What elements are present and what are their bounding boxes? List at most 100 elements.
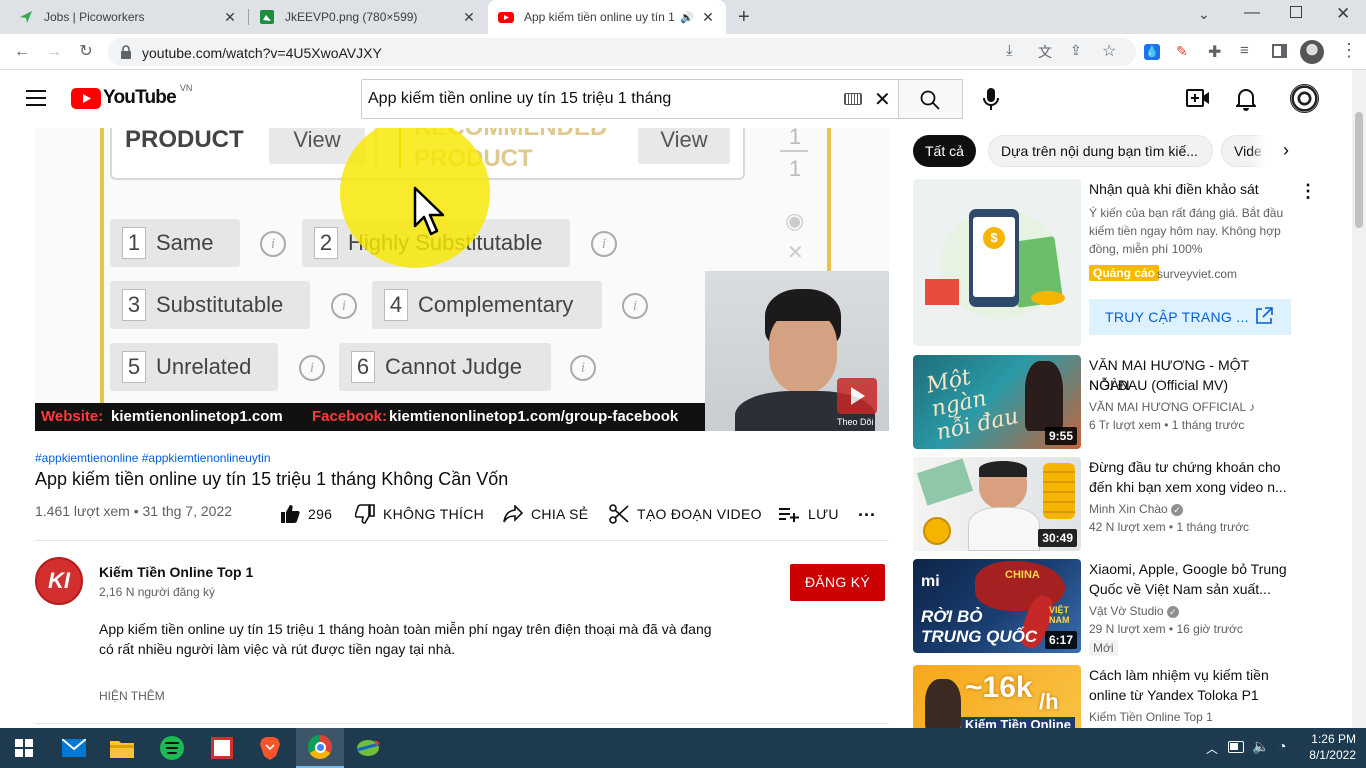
keyboard-icon[interactable] (844, 93, 862, 105)
reload-icon[interactable]: ↻ (76, 42, 96, 62)
video-channel[interactable]: VĂN MAI HƯƠNG OFFICIAL ♪ (1089, 400, 1255, 414)
video-channel[interactable]: Vật Vờ Studio ✓ (1089, 604, 1179, 618)
clear-search-icon[interactable]: ✕ (874, 87, 891, 112)
tab-close-icon[interactable]: ✕ (700, 9, 716, 25)
share-button[interactable]: CHIA SẺ (503, 496, 588, 532)
channel-name[interactable]: Kiếm Tiền Online Top 1 (99, 564, 253, 580)
recommended-video[interactable]: ~16k /h Kiếm Tiền Online Cách làm nhiệm … (913, 665, 1293, 728)
thumbnail-person (925, 679, 961, 728)
windows-taskbar: ︿ 🔈 ◔ 1:26 PM 8/1/2022 (0, 728, 1366, 768)
forward-icon[interactable]: → (44, 42, 64, 62)
back-icon[interactable]: ← (12, 42, 32, 62)
tab-close-icon[interactable]: ✕ (461, 9, 477, 25)
chrome-app-active[interactable] (296, 728, 344, 768)
ad-menu-icon[interactable]: ⋮ (1299, 181, 1317, 202)
audio-playing-icon[interactable]: 🔊 (680, 11, 694, 24)
install-app-icon[interactable]: ⤓ (1006, 42, 1013, 59)
youtube-logo[interactable]: YouTube VN (71, 83, 192, 109)
video-thumbnail[interactable]: CHINA VIỆT NAM mi RỜI BỎ TRUNG QUỐC 6:17 (913, 559, 1081, 653)
video-thumbnail[interactable]: 30:49 (913, 457, 1081, 551)
voice-search-mic-icon[interactable] (982, 87, 1000, 111)
address-bar[interactable]: youtube.com/watch?v=4U5XwoAVJXY ⤓ 文 ⇪ ☆ (108, 38, 1136, 66)
browser-menu-icon[interactable]: ⋮ (1340, 40, 1358, 61)
minimize-button[interactable]: — (1244, 4, 1260, 22)
ad-card[interactable]: $ Nhận quà khi điền khảo sát ⋮ Ý kiến củ… (913, 179, 1317, 349)
search-input[interactable] (368, 90, 828, 108)
extension-color-icon[interactable]: ✎ (1176, 43, 1188, 60)
media-control-icon[interactable]: ≡ (1240, 42, 1249, 59)
bookmark-star-icon[interactable]: ☆ (1102, 41, 1116, 61)
thumbnail-vn-line-1: VIỆT (1049, 605, 1070, 615)
tab-close-icon[interactable]: ✕ (222, 9, 238, 25)
show-more-button[interactable]: HIỆN THÊM (99, 689, 165, 703)
page-scrollbar[interactable] (1352, 70, 1366, 728)
spotify-app[interactable] (148, 728, 196, 768)
recommended-video[interactable]: 30:49 Đừng đầu tư chứng khoán cho đến kh… (913, 457, 1293, 551)
browser-tab-strip: Jobs | Picoworkers ✕ JkEEVP0.png (780×59… (0, 0, 1366, 34)
divider (35, 540, 889, 541)
video-thumbnail[interactable]: Một ngàn nỗi đau 9:55 (913, 355, 1081, 449)
mouse-cursor-icon (413, 186, 445, 236)
video-channel[interactable]: Minh Xin Chào ✓ (1089, 502, 1184, 516)
scrollbar-thumb[interactable] (1355, 112, 1363, 228)
clock[interactable]: 1:26 PM 8/1/2022 (1296, 731, 1356, 763)
video-thumbnail[interactable]: ~16k /h Kiếm Tiền Online (913, 665, 1081, 728)
more-actions-icon[interactable]: ... (858, 500, 876, 521)
folder-icon (110, 741, 134, 758)
like-button[interactable]: 296 (280, 496, 332, 532)
lock-icon[interactable] (120, 45, 132, 59)
side-panel-icon[interactable] (1272, 44, 1287, 58)
chip-related[interactable]: Dựa trên nội dung bạn tìm kiế... (988, 135, 1213, 167)
video-channel[interactable]: Kiếm Tiền Online Top 1 (1089, 710, 1213, 724)
mail-app[interactable] (50, 728, 98, 768)
url-text: youtube.com/watch?v=4U5XwoAVJXY (142, 45, 382, 61)
start-button[interactable] (0, 728, 48, 768)
tab-search-icon[interactable]: ⌄ (1198, 6, 1210, 23)
network-app[interactable] (344, 728, 392, 768)
subscribe-overlay-button (837, 378, 877, 414)
paint-app[interactable] (198, 728, 246, 768)
close-window-button[interactable]: ✕ (1336, 4, 1350, 24)
ad-thumbnail[interactable]: $ (913, 179, 1081, 346)
tab-youtube-active[interactable]: App kiếm tiền online uy tín 1 🔊 ✕ (488, 0, 726, 34)
notifications-bell-icon[interactable] (1236, 87, 1256, 111)
profile-avatar[interactable] (1300, 40, 1324, 64)
new-tab-button[interactable]: + (738, 6, 750, 29)
file-explorer-app[interactable] (98, 728, 146, 768)
search-box[interactable]: ✕ (361, 79, 899, 119)
video-title: App kiếm tiền online uy tín 15 triệu 1 t… (35, 469, 509, 489)
battery-icon[interactable] (1228, 741, 1244, 753)
guide-menu-icon[interactable] (26, 90, 46, 106)
subscribe-button[interactable]: ĐĂNG KÝ (790, 564, 885, 601)
tray-expand-chevron-icon[interactable]: ︿ (1206, 740, 1218, 757)
option-number: 4 (384, 289, 408, 321)
restore-button[interactable] (1290, 6, 1302, 18)
dislike-button[interactable]: KHÔNG THÍCH (355, 496, 484, 532)
extensions-puzzle-icon[interactable]: ✚ (1208, 42, 1221, 62)
recommended-video[interactable]: CHINA VIỆT NAM mi RỜI BỎ TRUNG QUỐC 6:17 … (913, 559, 1293, 656)
hashtags[interactable]: #appkiemtienonline #appkiemtienonlineuyt… (35, 451, 271, 465)
search-button[interactable] (899, 79, 963, 119)
mail-icon (62, 739, 86, 757)
video-player[interactable]: PRODUCT View RECOMMENDED PRODUCT View 1 … (35, 128, 889, 431)
ad-body-3: đồng, miễn phí 100% (1089, 242, 1203, 256)
tab-picoworkers[interactable]: Jobs | Picoworkers ✕ (8, 0, 248, 34)
brave-app[interactable] (246, 728, 294, 768)
wifi-icon[interactable]: ◔ (1278, 738, 1286, 754)
clip-button[interactable]: TẠO ĐOẠN VIDEO (609, 496, 762, 532)
tab-image[interactable]: JkEEVP0.png (780×599) ✕ (249, 0, 487, 34)
account-avatar[interactable] (1290, 84, 1319, 113)
share-icon[interactable]: ⇪ (1070, 42, 1082, 59)
save-button[interactable]: LƯU (778, 496, 839, 532)
option-cannot-judge: 6 Cannot Judge (339, 343, 551, 391)
thumbnail-cash (916, 458, 974, 506)
chip-all[interactable]: Tất cả (913, 135, 976, 167)
create-video-icon[interactable] (1186, 88, 1210, 108)
translate-icon[interactable]: 文 (1038, 42, 1052, 62)
chip-next-chevron-icon[interactable]: › (1283, 140, 1289, 161)
volume-icon[interactable]: 🔈 (1252, 738, 1269, 755)
channel-avatar[interactable]: KI (35, 557, 83, 605)
recommended-video[interactable]: Một ngàn nỗi đau 9:55 VĂN MAI HƯƠNG - MỘ… (913, 355, 1293, 449)
extension-drop-icon[interactable]: 💧 (1144, 44, 1160, 60)
thumbnail-face (979, 461, 1027, 509)
